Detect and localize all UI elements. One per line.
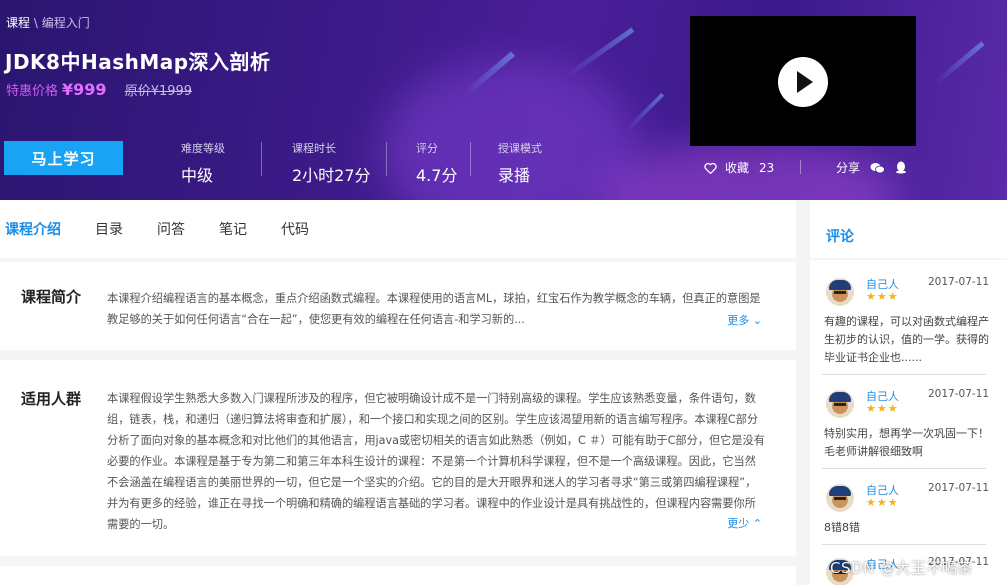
course-title: JDK8中HashMap深入剖析 — [5, 50, 271, 74]
hero-shard — [625, 92, 665, 132]
heart-icon — [704, 162, 717, 174]
play-icon[interactable] — [778, 57, 828, 107]
intro-section: 课程简介 本课程介绍编程语言的基本概念，重点介绍函数式编程。本课程使用的语言ML… — [0, 262, 796, 350]
course-tabs: 课程介绍 目录 问答 笔记 代码 — [0, 200, 796, 258]
star-rating: ★★★ — [866, 402, 899, 415]
stat-value: 4.7分 — [416, 166, 458, 185]
comment-divider — [822, 544, 986, 545]
favorite-count: 23 — [759, 160, 775, 175]
breadcrumb-separator: \ — [33, 16, 38, 30]
stat-value: 录播 — [498, 166, 531, 185]
tab-notes[interactable]: 笔记 — [214, 219, 252, 239]
course-hero: 课程 \ 编程入门 JDK8中HashMap深入剖析 特惠价格 ¥999 原价¥1… — [0, 0, 1007, 200]
intro-text: 本课程介绍编程语言的基本概念，重点介绍函数式编程。本课程使用的语言ML，球拍，红… — [107, 292, 761, 326]
sale-price: ¥999 — [62, 80, 107, 99]
comment-item: 自己人 ★★★ 2017-07-11 特别实用，想再学一次巩固一下！毛老师讲解很… — [822, 384, 996, 464]
comment-divider — [822, 468, 986, 469]
audience-heading: 适用人群 — [21, 390, 82, 408]
favorite-label: 收藏 — [725, 161, 750, 175]
original-price: 原价¥1999 — [124, 84, 193, 99]
stat-value: 中级 — [181, 166, 214, 185]
comment-item: 自己人 ★★★ 2017-07-11 8错8错 — [822, 478, 996, 542]
tab-qa[interactable]: 问答 — [152, 219, 190, 239]
wechat-icon[interactable] — [870, 162, 885, 174]
stat-label: 课程时长 — [292, 142, 336, 155]
stat-label: 授课模式 — [498, 142, 542, 155]
start-learning-button[interactable]: 马上学习 — [4, 141, 123, 175]
stat-mode: 授课模式 录播 — [498, 140, 542, 186]
stat-value: 2小时27分 — [292, 166, 371, 185]
collapse-less-link[interactable]: 更少 ⌃ — [727, 515, 762, 531]
chevron-down-icon: ⌄ — [752, 314, 762, 327]
audience-section: 适用人群 本课程假设学生熟悉大多数入门课程所涉及的程序，但它被明确设计成不是一门… — [0, 360, 796, 556]
share-area: 分享 — [836, 159, 907, 176]
chevron-up-icon: ⌃ — [752, 517, 762, 530]
actions-divider — [800, 160, 801, 174]
breadcrumb-current[interactable]: 编程入门 — [42, 16, 90, 30]
stat-divider — [470, 142, 471, 176]
avatar[interactable] — [826, 484, 854, 512]
expand-more-label: 更多 — [727, 314, 750, 327]
stat-divider — [261, 142, 262, 176]
comment-text: 特别实用，想再学一次巩固一下！毛老师讲解很细致啊 — [824, 427, 989, 458]
comments-title: 评论 — [826, 229, 854, 245]
comments-list: 自己人 ★★★ 2017-07-11 有趣的课程，可以对函数式编程产生初步的认识… — [810, 260, 1007, 585]
tab-code[interactable]: 代码 — [276, 219, 314, 239]
hero-shard — [935, 41, 985, 84]
price-line: 特惠价格 ¥999 原价¥1999 — [6, 80, 192, 99]
comments-header: 评论 — [810, 200, 1007, 258]
star-rating: ★★★ — [866, 496, 899, 509]
watermark: CSDN @大王不喝茶 — [830, 559, 974, 577]
share-label: 分享 — [836, 161, 861, 175]
avatar[interactable] — [826, 278, 854, 306]
comment-date: 2017-07-11 — [928, 482, 990, 494]
comment-text: 有趣的课程，可以对函数式编程产生初步的认识，值的一学。获得的毕业证书企业也...… — [824, 315, 989, 364]
collapse-less-label: 更少 — [727, 517, 750, 530]
intro-heading: 课程简介 — [21, 288, 82, 306]
stat-rating: 评分 4.7分 — [416, 140, 457, 186]
tab-intro[interactable]: 课程介绍 — [0, 219, 66, 239]
comment-item: 自己人 ★★★ 2017-07-11 有趣的课程，可以对函数式编程产生初步的认识… — [822, 272, 996, 372]
comment-divider — [822, 374, 986, 375]
star-rating: ★★★ — [866, 290, 899, 303]
hero-shard — [565, 27, 635, 78]
breadcrumb-root[interactable]: 课程 — [6, 16, 30, 30]
price-label: 特惠价格 — [6, 84, 59, 99]
audience-text: 本课程假设学生熟悉大多数入门课程所涉及的程序，但它被明确设计成不是一门特别高级的… — [107, 392, 765, 531]
comment-text: 8错8错 — [824, 521, 860, 534]
avatar[interactable] — [826, 390, 854, 418]
comment-date: 2017-07-11 — [928, 388, 990, 400]
expand-more-link[interactable]: 更多 ⌄ — [727, 312, 762, 328]
favorite-button[interactable]: 收藏 23 — [704, 159, 774, 176]
stat-difficulty: 难度等级 中级 — [181, 140, 225, 186]
stat-divider — [386, 142, 387, 176]
tab-catalog[interactable]: 目录 — [90, 219, 128, 239]
next-section — [0, 566, 796, 585]
breadcrumb: 课程 \ 编程入门 — [6, 14, 90, 31]
comment-date: 2017-07-11 — [928, 276, 990, 288]
stat-duration: 课程时长 2小时27分 — [292, 140, 371, 186]
stat-label: 难度等级 — [181, 142, 225, 155]
stat-label: 评分 — [416, 142, 438, 155]
qq-icon[interactable] — [895, 161, 907, 174]
